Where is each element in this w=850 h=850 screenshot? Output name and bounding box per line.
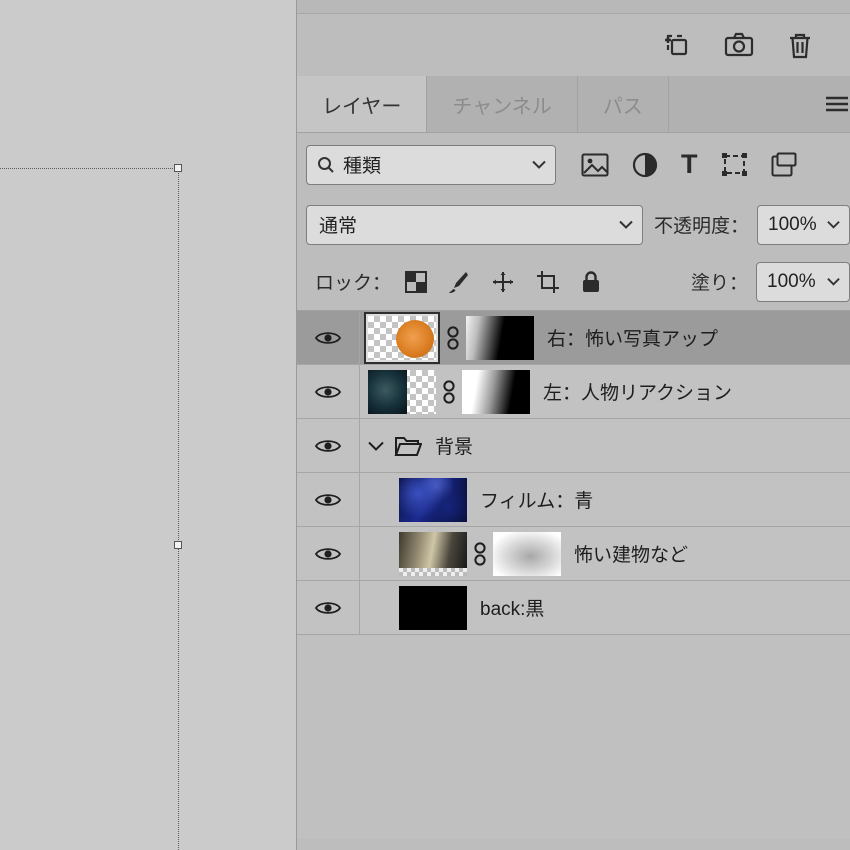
- tab-layers[interactable]: レイヤー: [297, 76, 427, 132]
- chevron-down-icon: [619, 220, 633, 229]
- lock-artboard-icon[interactable]: [536, 270, 560, 294]
- filter-type-dropdown[interactable]: 種類: [306, 145, 556, 185]
- panel-menu-button[interactable]: [826, 76, 850, 132]
- visibility-toggle[interactable]: [297, 311, 360, 364]
- fill-dropdown[interactable]: 100%: [756, 262, 850, 302]
- group-expand-chevron-icon[interactable]: [368, 441, 384, 451]
- mask-link-icon[interactable]: [446, 325, 460, 351]
- layer-thumbnail[interactable]: [399, 532, 467, 576]
- thumbnail-transparency-strip: [399, 568, 467, 576]
- tab-channels[interactable]: チャンネル: [427, 76, 577, 132]
- opacity-value: 100%: [768, 214, 817, 236]
- mask-link-icon[interactable]: [473, 541, 487, 567]
- selection-marquee-horizontal: [0, 168, 179, 169]
- layer-thumbnail-frame: [364, 312, 440, 364]
- chevron-down-icon: [827, 277, 840, 286]
- visibility-toggle[interactable]: [297, 581, 360, 634]
- blend-mode-value: 通常: [319, 211, 357, 238]
- adjustment-layer-filter-icon[interactable]: [632, 152, 658, 178]
- layer-thumbnail[interactable]: [399, 478, 467, 522]
- filter-kind-icons: T: [581, 151, 797, 178]
- chevron-down-icon: [532, 160, 546, 169]
- opacity-label: 不透明度：: [654, 211, 749, 238]
- fill-control: 塗り： 100%: [691, 262, 850, 302]
- transform-handle[interactable]: [174, 541, 182, 549]
- camera-icon[interactable]: [724, 32, 754, 58]
- lock-transparency-icon[interactable]: [405, 271, 427, 293]
- chevron-down-icon: [827, 220, 840, 229]
- visibility-toggle[interactable]: [297, 365, 360, 418]
- blend-mode-row: 通常 不透明度： 100%: [297, 196, 850, 253]
- layer-name[interactable]: 左：人物リアクション: [543, 378, 732, 405]
- thumbnail-orange-shape: [396, 320, 434, 358]
- shape-layer-filter-icon[interactable]: [721, 152, 748, 177]
- visibility-toggle[interactable]: [297, 473, 360, 526]
- fill-value: 100%: [767, 271, 816, 293]
- mask-link-icon[interactable]: [442, 379, 456, 405]
- layer-name[interactable]: フィルム：青: [480, 486, 593, 513]
- lock-label: ロック：: [315, 268, 391, 295]
- panel-tabbar: レイヤー チャンネル パス: [297, 76, 850, 133]
- lock-pixels-brush-icon[interactable]: [448, 270, 470, 294]
- layer-filter-row: 種類 T: [297, 133, 850, 196]
- tab-paths[interactable]: パス: [578, 76, 669, 132]
- layer-row-5[interactable]: back:黒: [297, 581, 850, 635]
- visibility-toggle[interactable]: [297, 419, 360, 472]
- tab-layers-label: レイヤー: [322, 90, 401, 119]
- layer-row-1[interactable]: 左：人物リアクション: [297, 365, 850, 419]
- document-canvas[interactable]: [0, 0, 296, 850]
- new-layer-icon[interactable]: [664, 32, 690, 58]
- panel-toolbar: [297, 14, 850, 76]
- layer-mask-thumbnail[interactable]: [493, 532, 561, 576]
- lock-all-icon[interactable]: [581, 270, 601, 294]
- type-layer-filter-icon[interactable]: T: [681, 151, 698, 178]
- pixel-layer-filter-icon[interactable]: [581, 153, 609, 177]
- layer-row-4[interactable]: 怖い建物など: [297, 527, 850, 581]
- layer-mask-thumbnail[interactable]: [466, 316, 534, 360]
- layer-thumbnail[interactable]: [368, 370, 436, 414]
- layer-row-2[interactable]: 背景: [297, 419, 850, 473]
- search-icon: [317, 156, 335, 174]
- panel-top-divider: [297, 0, 850, 14]
- layer-name[interactable]: 右：怖い写真アップ: [547, 324, 718, 351]
- folder-icon[interactable]: [394, 435, 422, 457]
- tab-paths-label: パス: [603, 90, 643, 119]
- lock-position-icon[interactable]: [491, 270, 515, 294]
- selection-marquee-vertical: [178, 168, 179, 850]
- layer-row-0[interactable]: 右：怖い写真アップ: [297, 311, 850, 365]
- fill-label: 塗り：: [691, 268, 748, 295]
- visibility-toggle[interactable]: [297, 527, 360, 580]
- thumbnail-photo: [368, 370, 407, 414]
- smart-object-filter-icon[interactable]: [771, 152, 797, 177]
- filter-type-value: 種類: [343, 151, 381, 178]
- tab-channels-label: チャンネル: [452, 90, 551, 119]
- blend-mode-dropdown[interactable]: 通常: [306, 205, 643, 245]
- group-header: [368, 435, 422, 457]
- layer-name[interactable]: 怖い建物など: [574, 540, 688, 567]
- transform-handle[interactable]: [174, 164, 182, 172]
- lock-row: ロック：: [297, 253, 850, 310]
- lock-icons: [405, 270, 601, 294]
- layer-name[interactable]: back:黒: [480, 594, 544, 621]
- trash-icon[interactable]: [788, 32, 812, 59]
- layer-thumbnail[interactable]: [399, 586, 467, 630]
- layer-list-empty-area: [297, 635, 850, 839]
- layer-list: 右：怖い写真アップ 左：人物リアクション: [297, 310, 850, 635]
- layer-mask-thumbnail[interactable]: [462, 370, 530, 414]
- layer-name[interactable]: 背景: [435, 432, 473, 459]
- layer-row-3[interactable]: フィルム：青: [297, 473, 850, 527]
- opacity-dropdown[interactable]: 100%: [757, 205, 850, 245]
- layer-thumbnail[interactable]: [368, 316, 436, 360]
- layers-panel: レイヤー チャンネル パス 種類: [296, 0, 850, 850]
